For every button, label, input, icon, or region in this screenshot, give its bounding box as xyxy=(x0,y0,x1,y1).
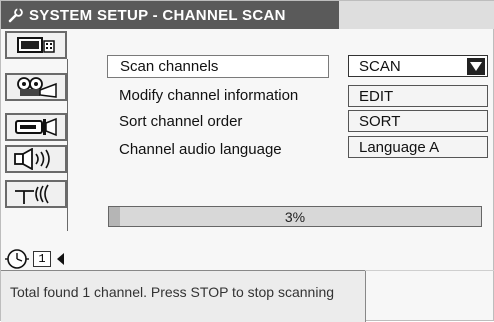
dropdown-arrow-icon[interactable] xyxy=(467,58,485,75)
projector-icon xyxy=(17,77,57,98)
title-bar: SYSTEM SETUP - CHANNEL SCAN xyxy=(1,1,494,29)
page-number: 1 xyxy=(33,251,51,267)
channel-scan-screen: SYSTEM SETUP - CHANNEL SCAN 1 Scan chann… xyxy=(0,0,494,322)
scan-option[interactable]: SCAN xyxy=(348,55,488,77)
page-title: SYSTEM SETUP - CHANNEL SCAN xyxy=(29,6,286,24)
sidebar-divider xyxy=(67,59,68,231)
speaker-icon xyxy=(14,148,50,170)
sidebar-item-tv[interactable] xyxy=(5,31,67,59)
title-bar-inner: SYSTEM SETUP - CHANNEL SCAN xyxy=(1,1,339,29)
sidebar-item-speaker[interactable] xyxy=(5,145,67,173)
scan-progress-bar: 3% xyxy=(108,206,482,227)
status-divider xyxy=(365,270,494,271)
tv-icon xyxy=(17,37,55,53)
menu-item-modify-channel-info[interactable]: Modify channel information xyxy=(107,84,329,107)
sort-option[interactable]: SORT xyxy=(348,110,488,132)
scan-option-label: SCAN xyxy=(359,57,401,75)
language-option[interactable]: Language A xyxy=(348,136,488,158)
menu-item-scan-channels[interactable]: Scan channels xyxy=(107,55,329,78)
edit-option[interactable]: EDIT xyxy=(348,85,488,107)
menu-item-sort-channel-order[interactable]: Sort channel order xyxy=(107,110,329,133)
sidebar-item-antenna[interactable] xyxy=(5,180,67,208)
clock-icon xyxy=(5,249,29,269)
menu-item-channel-audio-language[interactable]: Channel audio language xyxy=(107,138,329,161)
sidebar-item-projector[interactable] xyxy=(5,73,67,101)
antenna-icon xyxy=(15,184,49,204)
current-section: 1 xyxy=(5,245,64,273)
video-camera-icon xyxy=(15,117,57,137)
sidebar-item-video-camera[interactable] xyxy=(5,113,67,141)
wrench-icon xyxy=(7,6,25,24)
arrow-left-icon xyxy=(57,253,64,265)
progress-label: 3% xyxy=(284,208,306,225)
status-message-box: Total found 1 channel. Press STOP to sto… xyxy=(1,270,366,322)
sidebar: 1 xyxy=(1,29,92,269)
status-message: Total found 1 channel. Press STOP to sto… xyxy=(10,284,335,300)
